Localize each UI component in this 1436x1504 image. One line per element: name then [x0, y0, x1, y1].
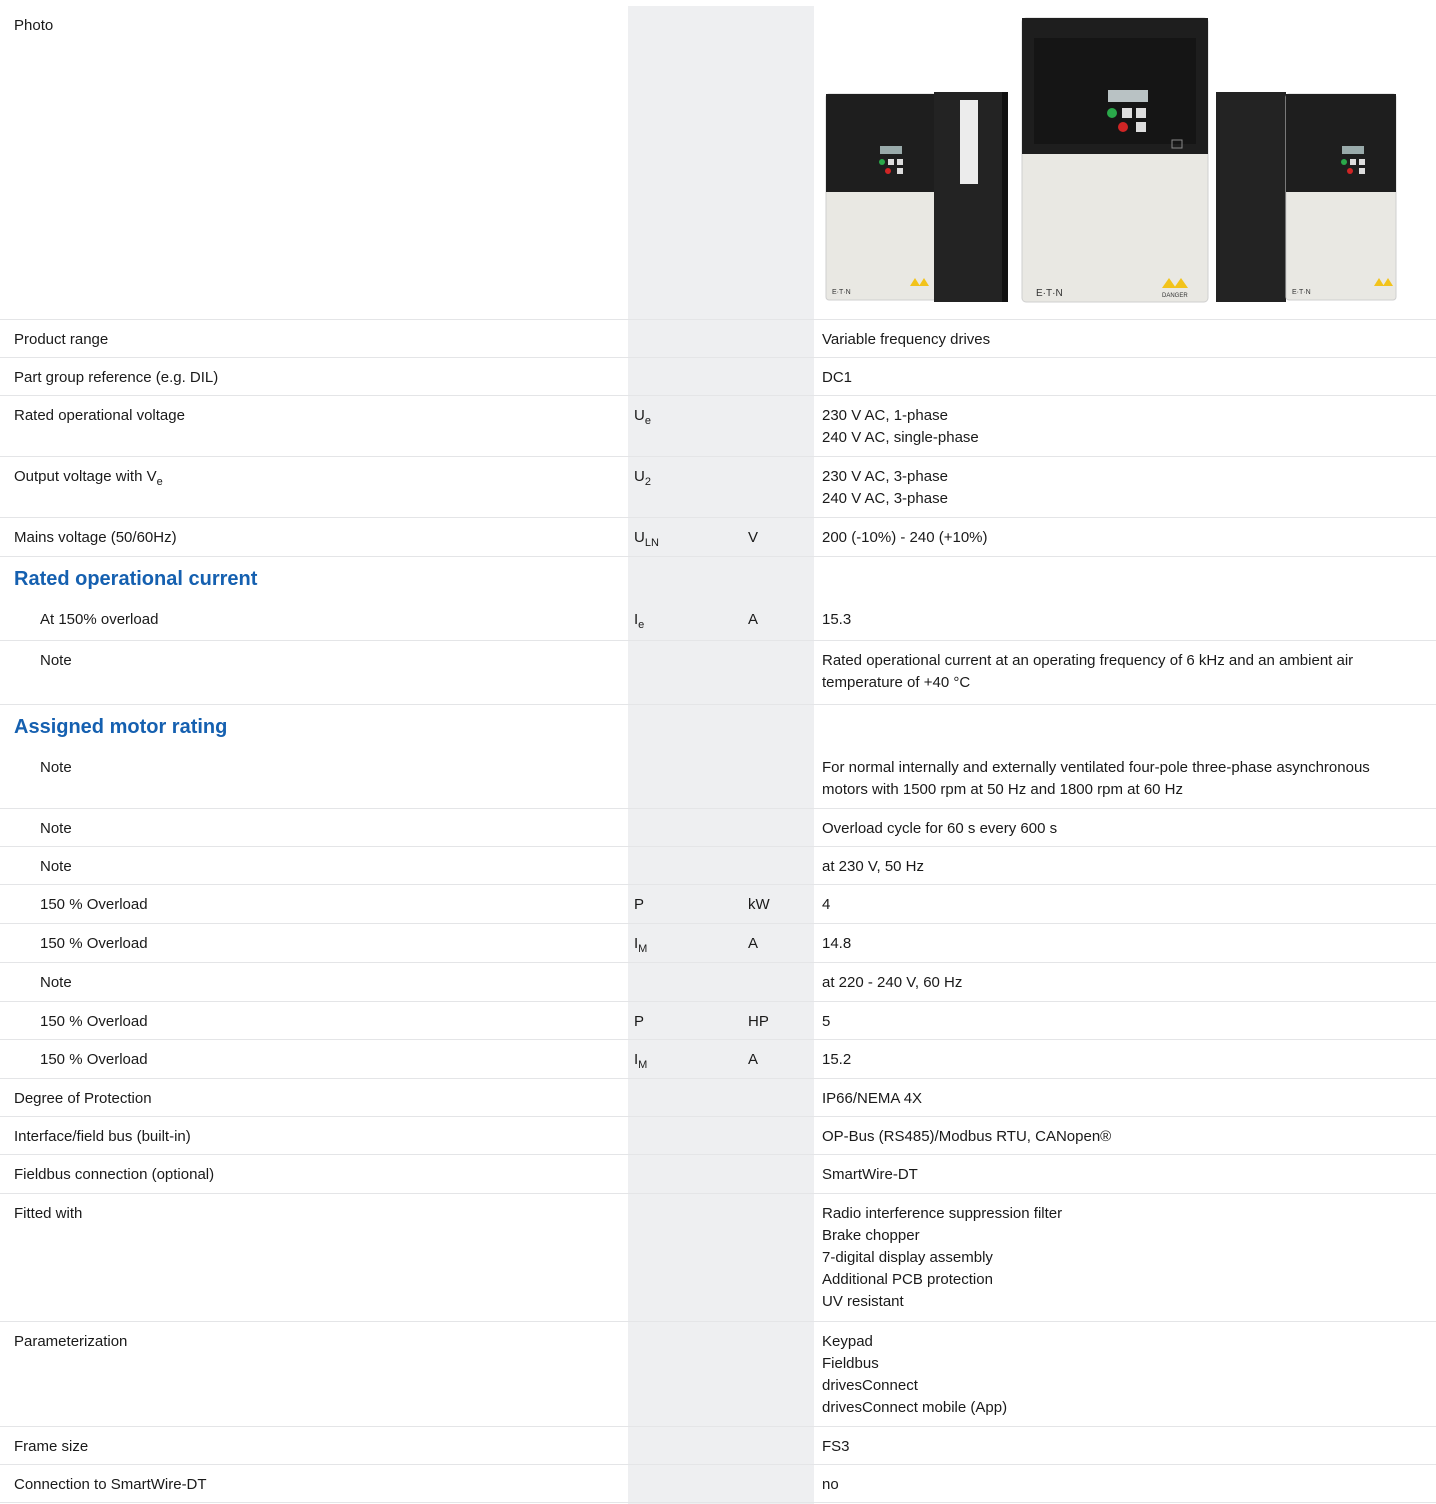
row-label: Fieldbus connection (optional) [14, 1166, 215, 1183]
spec-row: Output voltage with Ve U2 230 V AC, 3-ph… [0, 457, 1436, 518]
product-photo: E·T·N E·T·N DANGER E·T·N [822, 16, 1400, 306]
row-value: 230 V AC, 3-phase 240 V AC, 3-phase [822, 468, 948, 507]
row-unit: A [748, 611, 759, 628]
row-label: Note [40, 652, 72, 669]
spec-row: Part group reference (e.g. DIL) DC1 [0, 358, 1436, 396]
row-label: Parameterization [14, 1333, 128, 1350]
row-label: 150 % Overload [40, 1013, 148, 1030]
row-value: Variable frequency drives [822, 331, 991, 348]
row-symbol: P [634, 1013, 645, 1030]
row-value: 14.8 [822, 935, 852, 952]
drive-unit-icon: E·T·N E·T·N DANGER E·T·N [825, 17, 1397, 303]
row-label: Note [40, 759, 72, 776]
row-value: 4 [822, 896, 831, 913]
row-symbol: ULN [634, 529, 659, 549]
row-unit: A [748, 935, 759, 952]
row-symbol: IM [634, 935, 648, 955]
row-unit: HP [748, 1013, 769, 1030]
spec-row: 150 % Overload IM A 14.8 [0, 924, 1436, 963]
row-unit: V [748, 529, 759, 546]
row-symbol: P [634, 896, 645, 913]
row-value: Keypad Fieldbus drivesConnect drivesConnect… [822, 1333, 1008, 1416]
row-label: Fitted with [14, 1205, 83, 1222]
row-label: Degree of Protection [14, 1090, 152, 1107]
spec-row: Product range Variable frequency drives [0, 320, 1436, 358]
spec-row: 150 % Overload IM A 15.2 [0, 1040, 1436, 1079]
row-label: 150 % Overload [40, 896, 148, 913]
row-label: Note [40, 858, 72, 875]
spec-row: Interface/field bus (built-in) OP-Bus (R… [0, 1117, 1436, 1155]
row-value: at 230 V, 50 Hz [822, 858, 925, 875]
row-value: Radio interference suppression filter Bra… [822, 1205, 1063, 1310]
row-value: IP66/NEMA 4X [822, 1090, 923, 1107]
row-value: 5 [822, 1013, 831, 1030]
row-value: Rated operational current at an operatin… [822, 652, 1354, 691]
row-label: 150 % Overload [40, 935, 148, 952]
svg-text:E·T·N: E·T·N [1292, 289, 1311, 296]
svg-text:E·T·N: E·T·N [1036, 288, 1063, 299]
row-label: Output voltage with Ve [14, 468, 163, 488]
spec-row: Note Rated operational current at an ope… [0, 641, 1436, 705]
spec-row: Degree of Protection IP66/NEMA 4X [0, 1079, 1436, 1117]
row-label: Photo [14, 17, 54, 34]
spec-row: 150 % Overload P kW 4 [0, 885, 1436, 924]
row-value: 200 (-10%) - 240 (+10%) [822, 529, 988, 546]
section-heading-rated-operational-current: Rated operational current [0, 557, 1436, 600]
row-label: At 150% overload [40, 611, 159, 628]
row-value: For normal internally and externally ven… [822, 759, 1370, 798]
svg-text:DANGER: DANGER [1162, 293, 1188, 299]
row-symbol: U2 [634, 468, 651, 488]
row-label: Interface/field bus (built-in) [14, 1128, 191, 1145]
spec-table: Photo E·T·N E·T·N DANGER E·T·N Product r… [0, 6, 1436, 1503]
row-value: OP-Bus (RS485)/Modbus RTU, CANopen® [822, 1128, 1112, 1145]
section-title: Rated operational current [14, 568, 258, 590]
row-value: DC1 [822, 369, 853, 386]
row-value: no [822, 1476, 839, 1493]
row-value: 230 V AC, 1-phase 240 V AC, single-phase [822, 407, 979, 446]
row-value: Overload cycle for 60 s every 600 s [822, 820, 1058, 837]
row-label: Product range [14, 331, 109, 348]
row-label: Part group reference (e.g. DIL) [14, 369, 219, 386]
spec-row: Note Overload cycle for 60 s every 600 s [0, 809, 1436, 847]
row-value: SmartWire-DT [822, 1166, 918, 1183]
row-unit: kW [748, 896, 770, 913]
spec-row: 150 % Overload P HP 5 [0, 1002, 1436, 1040]
section-title: Assigned motor rating [14, 716, 228, 738]
row-symbol: IM [634, 1051, 648, 1071]
spec-row: Fitted with Radio interference suppressi… [0, 1194, 1436, 1322]
row-value: FS3 [822, 1438, 850, 1455]
spec-row: At 150% overload Ie A 15.3 [0, 600, 1436, 641]
spec-row: Fieldbus connection (optional) SmartWire… [0, 1155, 1436, 1194]
row-value: at 220 - 240 V, 60 Hz [822, 974, 963, 991]
spec-row: Mains voltage (50/60Hz) ULN V 200 (-10%)… [0, 518, 1436, 557]
spec-row: Frame size FS3 [0, 1427, 1436, 1465]
section-heading-assigned-motor-rating: Assigned motor rating [0, 705, 1436, 748]
row-label: Note [40, 974, 72, 991]
svg-text:E·T·N: E·T·N [832, 289, 851, 296]
spec-row: Note at 220 - 240 V, 60 Hz [0, 963, 1436, 1002]
row-value: 15.2 [822, 1051, 852, 1068]
row-unit: A [748, 1051, 759, 1068]
row-label: Mains voltage (50/60Hz) [14, 529, 177, 546]
row-value: 15.3 [822, 611, 852, 628]
row-label: Frame size [14, 1438, 89, 1455]
row-label: 150 % Overload [40, 1051, 148, 1068]
row-symbol: Ue [634, 407, 651, 427]
spec-row: Note at 230 V, 50 Hz [0, 847, 1436, 885]
spec-row: Parameterization Keypad Fieldbus drivesCon… [0, 1322, 1436, 1427]
row-label: Rated operational voltage [14, 407, 185, 424]
spec-row: Connection to SmartWire-DT no [0, 1465, 1436, 1503]
spec-row: Note For normal internally and externall… [0, 748, 1436, 809]
spec-row: Rated operational voltage Ue 230 V AC, 1… [0, 396, 1436, 457]
keypad-icon [880, 146, 902, 154]
spec-row-photo: Photo E·T·N E·T·N DANGER E·T·N [0, 6, 1436, 320]
row-label: Connection to SmartWire-DT [14, 1476, 207, 1493]
row-label: Note [40, 820, 72, 837]
row-symbol: Ie [634, 611, 645, 631]
